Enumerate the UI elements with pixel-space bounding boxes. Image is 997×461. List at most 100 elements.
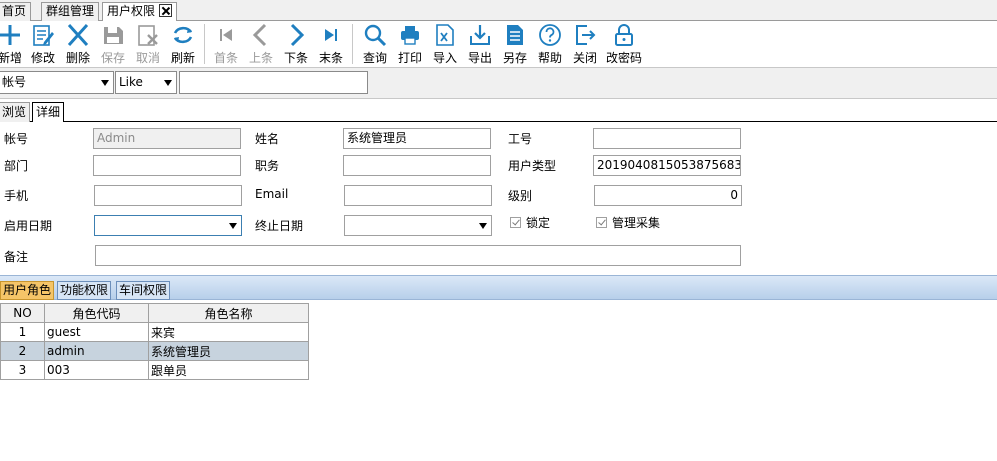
filter-operator-select[interactable]: Like [115,71,177,94]
filter-value-input[interactable] [179,71,368,94]
column-header-no[interactable]: NO [0,303,45,323]
department-label: 部门 [4,159,29,173]
email-label: Email [255,187,289,201]
manage-collect-checkbox[interactable]: 管理采集 [596,214,660,231]
tab-user-permissions-label: 用户权限 [107,4,156,18]
refresh-button[interactable]: 刷新 [164,21,202,67]
level-label: 级别 [508,189,533,203]
lock-icon [615,24,633,46]
tab-browse[interactable]: 浏览 [0,102,31,122]
last-record-label: 末条 [318,51,343,65]
export-icon [470,25,490,45]
role-code-cell[interactable]: guest [44,322,149,342]
tab-function-permissions-label: 功能权限 [60,283,109,297]
account-value: Admin [97,131,136,145]
tab-user-roles-label: 用户角色 [3,283,52,297]
role-code-cell[interactable]: admin [44,341,149,361]
start-date-label: 启用日期 [4,219,53,233]
tab-group-management[interactable]: 群组管理 [41,2,100,21]
end-date-label: 终止日期 [255,219,304,233]
tab-home[interactable]: 首页 [0,2,32,21]
help-icon [539,24,561,46]
filter-operator-value: Like [119,75,143,89]
account-field[interactable]: Admin [93,128,241,149]
first-icon [220,29,232,41]
exit-icon [576,25,596,45]
table-row[interactable]: 2 admin 系统管理员 [0,341,309,361]
save-icon [104,27,123,44]
row-number: 1 [0,322,45,342]
manage-collect-checkbox-label: 管理采集 [612,216,661,230]
sub-tab-bar: 用户角色 功能权限 车间权限 [0,275,997,300]
filter-bar: 帐号 Like [0,67,997,99]
start-date-picker[interactable] [94,215,242,236]
role-grid: NO 角色代码 角色名称 1 guest 来宾 2 admin 系统管理员 3 … [0,303,309,380]
end-date-picker[interactable] [344,215,492,236]
role-name-cell[interactable]: 来宾 [148,322,309,342]
account-label: 帐号 [4,132,29,146]
document-tab-bar: 首页 群组管理 用户权限 [0,0,997,22]
tab-workshop-permissions[interactable]: 车间权限 [116,281,171,300]
user-type-field[interactable]: 2019040815053875683 [593,155,741,176]
role-name-cell[interactable]: 系统管理员 [148,341,309,361]
detail-form: 帐号 Admin 姓名 系统管理员 工号 部门 职务 用户类型 20190408… [0,122,997,274]
filter-field-select[interactable]: 帐号 [0,71,114,94]
grid-header-row: NO 角色代码 角色名称 [0,303,309,323]
tab-workshop-permissions-label: 车间权限 [119,283,168,297]
change-password-label: 改密码 [605,51,642,65]
save-as-icon [507,25,523,45]
level-field[interactable]: 0 [594,185,742,206]
prev-icon [252,23,267,47]
role-code-cell[interactable]: 003 [44,360,149,380]
refresh-icon [173,26,193,44]
change-password-button[interactable]: 改密码 [605,21,643,67]
phone-field[interactable] [94,185,242,206]
checkbox-checked-icon [510,217,521,228]
chevron-down-icon [164,80,172,86]
toolbar: 新增 修改 删除 保存 取消 刷新 首条 上条 下条 末条 查询 打印 导入 导… [0,21,997,67]
chevron-down-icon [101,80,109,86]
name-field[interactable]: 系统管理员 [343,128,491,149]
checkbox-checked-icon [596,217,607,228]
next-icon [290,23,305,47]
tab-user-roles[interactable]: 用户角色 [0,281,55,300]
lock-checkbox[interactable]: 锁定 [510,214,550,231]
name-label: 姓名 [255,132,280,146]
email-field[interactable] [344,185,492,206]
delete-icon [67,23,89,47]
tab-user-permissions[interactable]: 用户权限 [102,2,178,22]
print-icon [401,26,419,45]
view-tab-bar: 浏览 详细 [0,100,997,123]
column-header-role-name[interactable]: 角色名称 [148,303,309,323]
user-type-value: 2019040815053875683 [597,158,741,172]
cancel-icon [138,25,158,46]
import-icon [436,24,454,46]
position-field[interactable] [343,155,491,176]
position-label: 职务 [255,159,280,173]
employee-no-field[interactable] [593,128,741,149]
plus-icon [0,25,20,45]
chevron-down-icon [479,223,487,229]
filter-field-value: 帐号 [2,75,27,89]
name-value: 系统管理员 [347,131,408,145]
chevron-down-icon [229,223,237,229]
level-value: 0 [730,188,738,202]
remark-field[interactable] [95,245,741,266]
tab-function-permissions[interactable]: 功能权限 [57,281,112,300]
tab-detail[interactable]: 详细 [32,102,65,123]
row-number: 3 [0,360,45,380]
column-header-role-code[interactable]: 角色代码 [44,303,149,323]
employee-no-label: 工号 [508,132,533,146]
role-name-cell[interactable]: 跟单员 [148,360,309,380]
phone-label: 手机 [4,189,29,203]
tab-detail-label: 详细 [36,105,61,119]
tab-browse-label: 浏览 [2,105,27,119]
close-icon[interactable] [159,4,173,17]
last-icon [325,29,337,41]
last-record-button[interactable]: 末条 [312,21,350,67]
department-field[interactable] [93,155,241,176]
remark-label: 备注 [4,250,29,264]
table-row[interactable]: 3 003 跟单员 [0,360,309,380]
user-type-label: 用户类型 [508,159,557,173]
table-row[interactable]: 1 guest 来宾 [0,322,309,342]
